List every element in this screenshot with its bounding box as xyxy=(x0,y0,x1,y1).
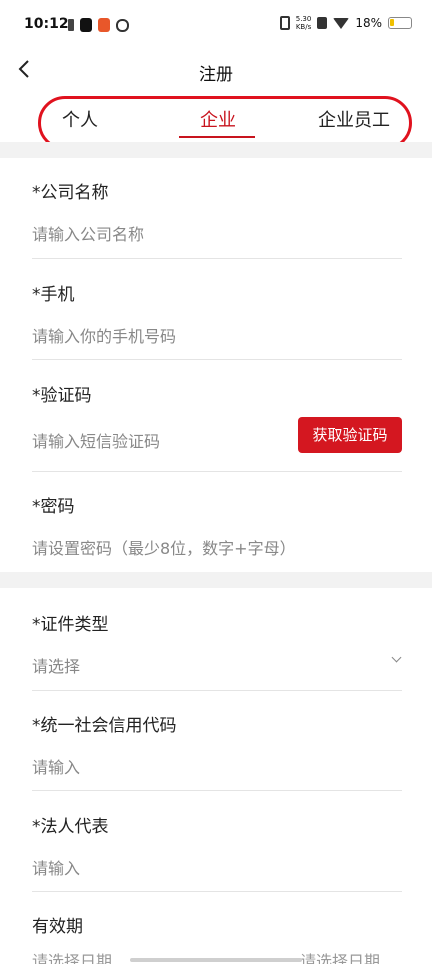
section-divider xyxy=(0,572,432,588)
battery-percent: 18% xyxy=(355,16,382,30)
divider xyxy=(32,891,402,892)
status-right: 5.30 KB/s 18% xyxy=(279,15,412,31)
divider xyxy=(32,690,402,691)
battery-icon xyxy=(388,17,412,29)
home-indicator[interactable] xyxy=(130,958,302,962)
legal-rep-label: *法人代表 xyxy=(32,817,109,837)
validity-label: 有效期 xyxy=(32,917,83,937)
divider xyxy=(32,359,402,360)
password-label: *密码 xyxy=(32,497,75,517)
tab-personal[interactable]: 个人 xyxy=(62,106,98,132)
no-sim-icon xyxy=(317,17,328,29)
network-speed: 5.30 KB/s xyxy=(296,15,312,31)
get-code-button[interactable]: 获取验证码 xyxy=(298,417,402,453)
validity-field: 有效期 xyxy=(32,912,402,937)
password-field: *密码 请设置密码（最少8位，数字+字母） xyxy=(32,492,402,559)
page-title: 注册 xyxy=(199,65,233,85)
start-date-picker[interactable]: 请选择日期 xyxy=(32,952,112,964)
id-type-label: *证件类型 xyxy=(32,615,109,635)
id-type-select[interactable]: 请选择 xyxy=(32,653,402,677)
network-speed-value: 5.30 xyxy=(295,15,312,23)
legal-rep-field: *法人代表 请输入 xyxy=(32,812,402,879)
end-date-picker[interactable]: 请选择日期 xyxy=(300,948,380,964)
phone-label: *手机 xyxy=(32,285,75,305)
company-name-field: *公司名称 请输入公司名称 xyxy=(32,178,402,245)
notification-icons xyxy=(68,18,129,32)
credit-code-field: *统一社会信用代码 请输入 xyxy=(32,711,402,778)
network-speed-unit: KB/s xyxy=(295,23,312,31)
divider xyxy=(32,258,402,259)
sync-icon xyxy=(116,18,129,32)
tiktok-icon xyxy=(80,18,92,32)
tab-enterprise[interactable]: 企业 xyxy=(200,106,236,132)
status-time: 10:12 xyxy=(24,16,69,32)
password-input[interactable]: 请设置密码（最少8位，数字+字母） xyxy=(32,535,402,559)
divider xyxy=(32,790,402,791)
section-divider xyxy=(0,142,432,158)
app-notification-icon xyxy=(98,18,110,32)
company-name-input[interactable]: 请输入公司名称 xyxy=(32,221,402,245)
vibrate-icon xyxy=(279,16,290,30)
verify-code-label: *验证码 xyxy=(32,386,92,406)
tab-employee[interactable]: 企业员工 xyxy=(318,106,390,132)
credit-code-input[interactable]: 请输入 xyxy=(32,754,402,778)
active-tab-indicator xyxy=(179,136,255,138)
company-name-label: *公司名称 xyxy=(32,183,109,203)
divider xyxy=(32,471,402,472)
nav-bar: 注册 xyxy=(0,52,432,90)
legal-rep-input[interactable]: 请输入 xyxy=(32,855,402,879)
sim-icon xyxy=(68,19,74,31)
id-type-field: *证件类型 请选择 xyxy=(32,610,402,677)
phone-input[interactable]: 请输入你的手机号码 xyxy=(32,323,402,347)
phone-field: *手机 请输入你的手机号码 xyxy=(32,280,402,347)
credit-code-label: *统一社会信用代码 xyxy=(32,716,177,736)
status-bar: 10:12 5.30 KB/s 18% xyxy=(0,0,432,50)
wifi-icon xyxy=(333,17,350,29)
